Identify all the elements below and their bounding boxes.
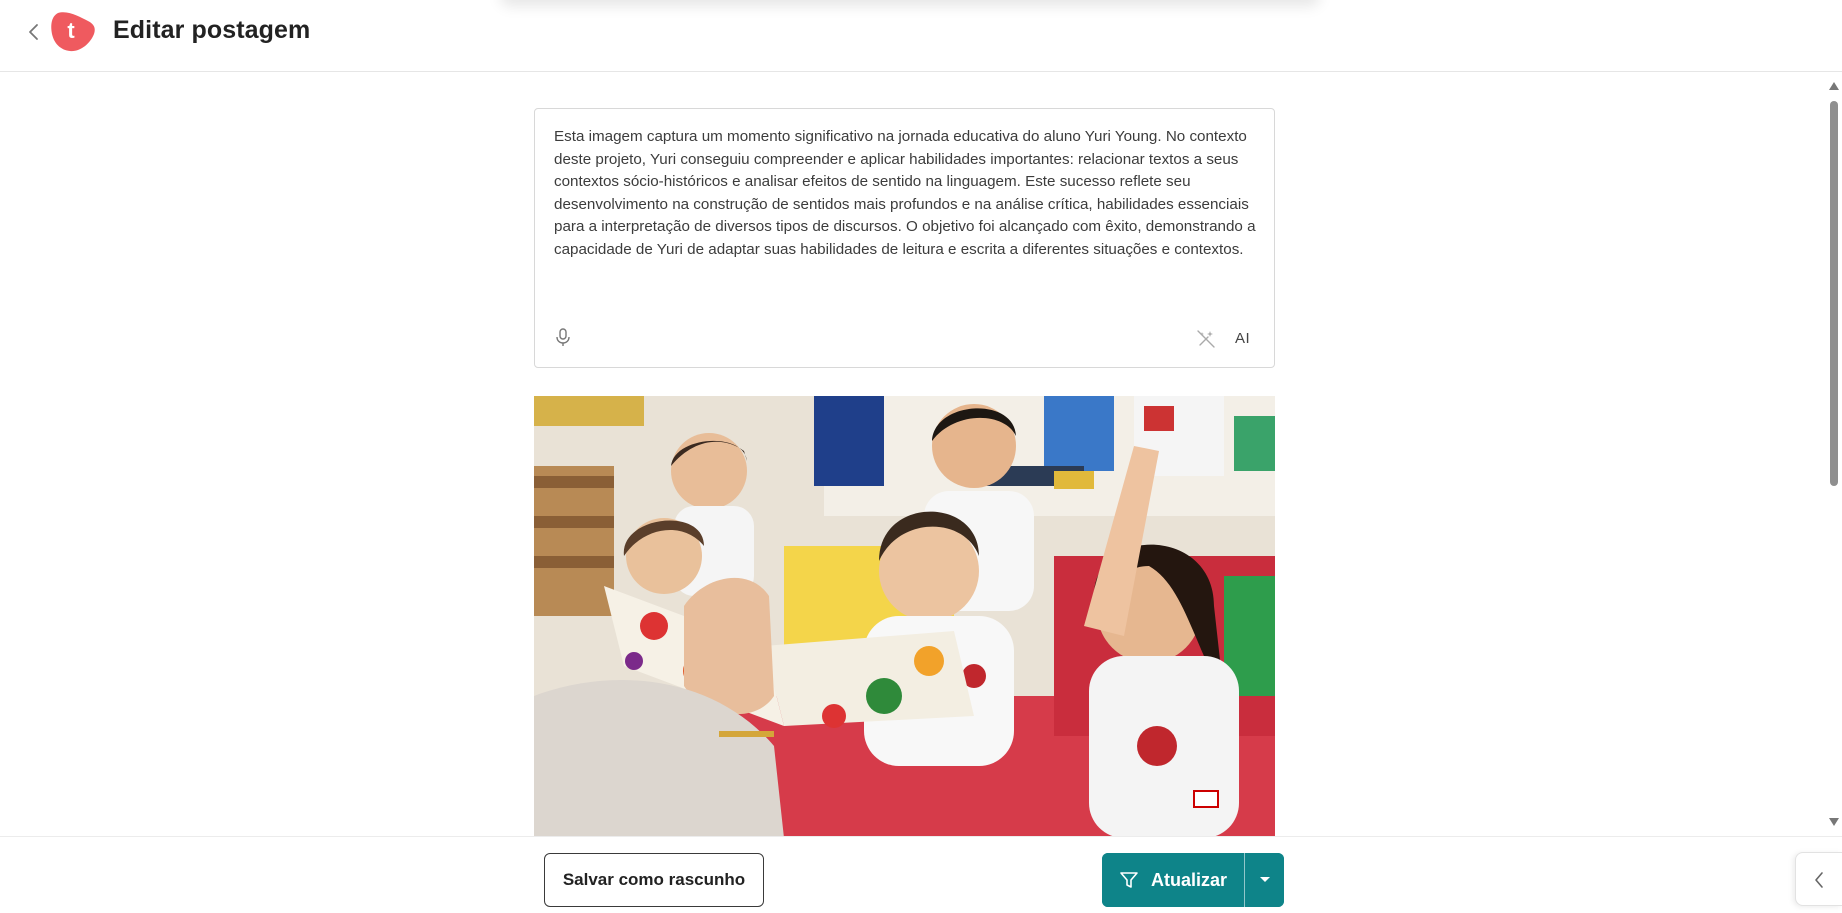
update-split-button: Atualizar — [1102, 853, 1284, 907]
scroll-down-arrow-icon[interactable] — [1829, 818, 1839, 826]
vertical-scrollbar[interactable] — [1826, 80, 1842, 832]
ai-button[interactable]: AI — [1235, 330, 1250, 347]
chevron-left-icon — [1815, 872, 1823, 888]
save-draft-button[interactable]: Salvar como rascunho — [544, 853, 764, 907]
logo-letter: t — [67, 18, 75, 43]
back-button[interactable] — [22, 20, 46, 44]
scrollbar-thumb[interactable] — [1830, 101, 1838, 486]
chevron-left-icon — [29, 24, 38, 40]
side-panel-toggle[interactable] — [1795, 852, 1842, 906]
magic-assist-button[interactable] — [1196, 329, 1216, 349]
update-options-dropdown[interactable] — [1245, 853, 1284, 907]
magic-wand-off-icon — [1197, 330, 1215, 348]
update-label: Atualizar — [1150, 869, 1228, 890]
caret-down-icon — [1259, 877, 1270, 882]
post-image — [534, 396, 1275, 838]
voice-input-button[interactable] — [553, 327, 573, 349]
scroll-up-arrow-icon[interactable] — [1829, 82, 1839, 90]
update-button[interactable]: Atualizar — [1102, 853, 1244, 907]
post-text-editor[interactable]: Esta imagem captura um momento significa… — [534, 108, 1275, 368]
app-logo: t — [50, 10, 96, 52]
microphone-icon — [556, 328, 570, 346]
action-footer: Salvar como rascunho Atualizar — [0, 836, 1842, 913]
filter-icon — [1120, 872, 1138, 888]
top-bar: t Editar postagem — [0, 0, 1842, 72]
page-title: Editar postagem — [113, 16, 311, 44]
post-text[interactable]: Esta imagem captura um momento significa… — [554, 126, 1259, 262]
